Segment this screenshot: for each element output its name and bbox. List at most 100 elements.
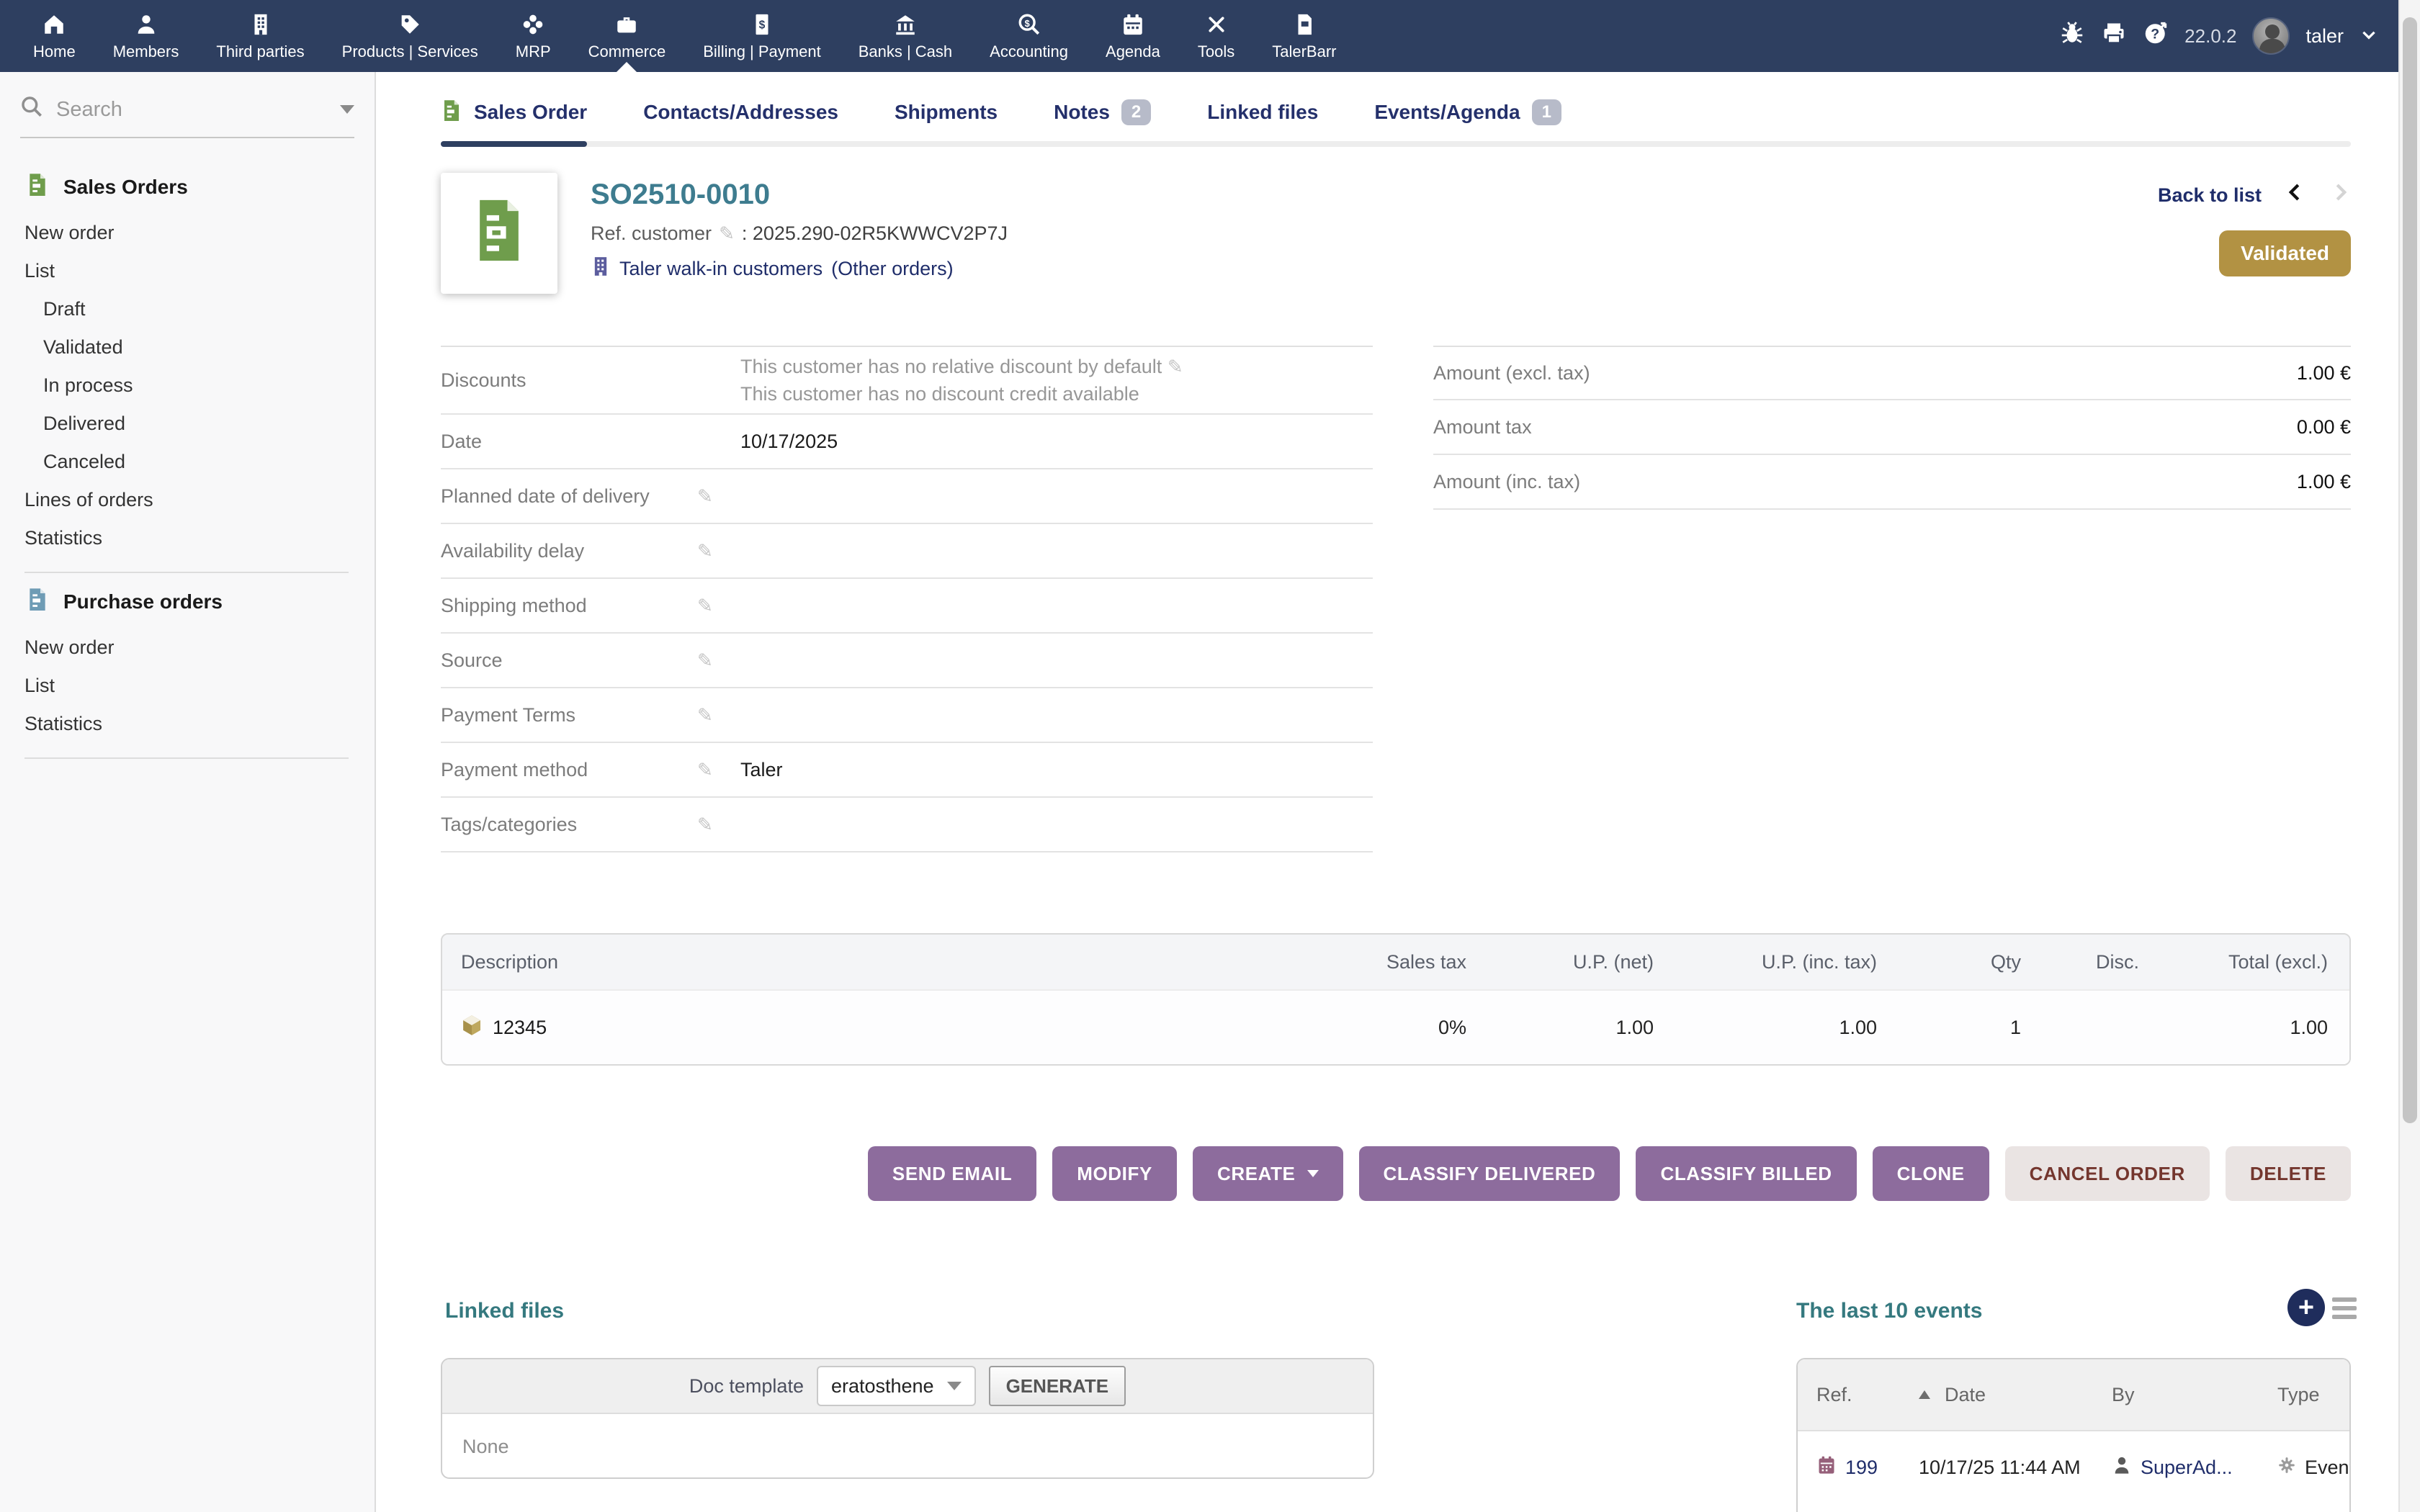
nav-label: MRP: [516, 42, 551, 61]
edit-ref-customer-icon[interactable]: ✎: [719, 222, 735, 245]
status-badge: Validated: [2219, 230, 2351, 276]
generate-button[interactable]: GENERATE: [989, 1366, 1126, 1406]
tab-linked-files[interactable]: Linked files: [1207, 92, 1318, 147]
nav-label: Third parties: [216, 42, 304, 61]
help-icon[interactable]: ?: [2143, 20, 2169, 52]
sidebar-item-delivered[interactable]: Delivered: [24, 405, 375, 443]
bill-icon: $: [750, 11, 774, 37]
user-menu-label[interactable]: taler: [2305, 25, 2344, 48]
print-icon[interactable]: [2101, 20, 2127, 52]
sidebar-item-canceled[interactable]: Canceled: [24, 443, 375, 481]
main-content: Sales Order Contacts/Addresses Shipments…: [376, 72, 2398, 1512]
classify-delivered-button[interactable]: CLASSIFY DELIVERED: [1359, 1146, 1621, 1201]
linked-files-panel: Doc template eratosthene GENERATE None: [441, 1358, 1374, 1479]
previous-record-icon[interactable]: [2285, 181, 2306, 209]
amount-tax-row: Amount tax 0.00 €: [1433, 400, 2351, 455]
edit-shipping-method-icon[interactable]: ✎: [697, 595, 713, 616]
nav-label: Tools: [1198, 42, 1234, 61]
sidebar-item-draft[interactable]: Draft: [24, 290, 375, 328]
clone-button[interactable]: CLONE: [1873, 1146, 1989, 1201]
edit-planned-delivery-icon[interactable]: ✎: [697, 485, 713, 507]
order-line-row: 12345 0% 1.00 1.00 1 1.00: [442, 989, 2349, 1064]
sidebar-menu: Sales Orders New order List Draft Valida…: [0, 138, 375, 759]
edit-payment-terms-icon[interactable]: ✎: [697, 704, 713, 726]
send-email-button[interactable]: SEND EMAIL: [868, 1146, 1036, 1201]
tab-notes[interactable]: Notes2: [1054, 92, 1151, 147]
sidebar-item-po-new-order[interactable]: New order: [24, 629, 375, 667]
chevron-down-icon[interactable]: [2360, 23, 2378, 50]
top-navbar: Home Members Third parties Products | Se…: [0, 0, 2398, 72]
search-dropdown-caret-icon[interactable]: [340, 105, 354, 114]
list-menu-icon[interactable]: [2332, 1297, 2357, 1319]
dolibarr-app: Home Members Third parties Products | Se…: [0, 0, 2420, 1512]
event-ref-link[interactable]: 199: [1845, 1457, 1878, 1479]
fields-area: Discounts This customer has no relative …: [441, 346, 2351, 852]
page-scrollbar[interactable]: [2398, 0, 2420, 1512]
nav-billing-payment[interactable]: $ Billing | Payment: [684, 0, 839, 72]
third-party-building-icon: [591, 256, 611, 282]
classify-billed-button[interactable]: CLASSIFY BILLED: [1636, 1146, 1856, 1201]
events-count-badge: 1: [1532, 99, 1561, 125]
edit-availability-delay-icon[interactable]: ✎: [697, 540, 713, 562]
nav-accounting[interactable]: $ Accounting: [971, 0, 1087, 72]
nav-tools[interactable]: Tools: [1179, 0, 1253, 72]
sidebar-item-in-process[interactable]: In process: [24, 366, 375, 405]
edit-source-icon[interactable]: ✎: [697, 649, 713, 671]
building-icon: [248, 11, 273, 37]
amount-excl-tax-row: Amount (excl. tax) 1.00 €: [1433, 346, 2351, 400]
sidebar-item-po-list[interactable]: List: [24, 667, 375, 705]
nav-commerce[interactable]: Commerce: [570, 0, 685, 72]
nav-agenda[interactable]: Agenda: [1087, 0, 1179, 72]
sidebar-item-list[interactable]: List: [24, 252, 375, 290]
events-table: Ref. Date By Type Title 199 10/17/25 11:…: [1798, 1359, 2349, 1503]
vscroll-thumb[interactable]: [2403, 17, 2417, 1123]
linked-files-empty: None: [442, 1414, 1373, 1479]
tab-contacts-addresses[interactable]: Contacts/Addresses: [643, 92, 838, 147]
modify-button[interactable]: MODIFY: [1052, 1146, 1177, 1201]
sidebar-item-statistics[interactable]: Statistics: [24, 519, 375, 557]
nav-banks-cash[interactable]: Banks | Cash: [840, 0, 971, 72]
back-to-list-link[interactable]: Back to list: [2158, 184, 2262, 207]
doc-template-select[interactable]: eratosthene: [817, 1366, 976, 1406]
other-orders-link[interactable]: (Other orders): [831, 258, 954, 280]
tab-shipments[interactable]: Shipments: [895, 92, 998, 147]
search-input[interactable]: [56, 98, 272, 122]
notes-count-badge: 2: [1121, 99, 1151, 125]
user-avatar[interactable]: [2252, 17, 2290, 55]
events-scroll-area: Ref. Date By Type Title 199 10/17/25 11:…: [1798, 1359, 2349, 1503]
nav-third-parties[interactable]: Third parties: [197, 0, 323, 72]
sidebar-section-sales-orders[interactable]: Sales Orders: [26, 173, 375, 201]
add-event-button[interactable]: +: [2287, 1289, 2325, 1326]
sidebar-item-validated[interactable]: Validated: [24, 328, 375, 366]
object-ref: SO2510-0010: [591, 179, 1008, 211]
event-user-link[interactable]: SuperAd...: [2141, 1457, 2233, 1479]
sidebar-item-new-order[interactable]: New order: [24, 214, 375, 252]
nav-products-services[interactable]: Products | Services: [323, 0, 497, 72]
customer-link[interactable]: Taler walk-in customers: [619, 258, 823, 280]
nav-home[interactable]: Home: [14, 0, 94, 72]
edit-payment-method-icon[interactable]: ✎: [697, 759, 713, 780]
nav-members[interactable]: Members: [94, 0, 198, 72]
edit-discount-icon[interactable]: ✎: [1168, 356, 1183, 377]
order-lines-table: Description Sales tax U.P. (net) U.P. (i…: [441, 933, 2351, 1066]
cancel-order-button[interactable]: CANCEL ORDER: [2005, 1146, 2210, 1201]
delete-button[interactable]: DELETE: [2226, 1146, 2351, 1201]
sidebar-section-purchase-orders[interactable]: Purchase orders: [26, 588, 375, 616]
bug-icon[interactable]: [2059, 20, 2085, 52]
event-user-icon: [2112, 1455, 2132, 1480]
select-caret-icon: [947, 1382, 962, 1390]
field-payment-terms: Payment Terms ✎: [441, 688, 1373, 743]
nav-mrp[interactable]: MRP: [497, 0, 570, 72]
edit-tags-icon[interactable]: ✎: [697, 814, 713, 835]
tab-sales-order[interactable]: Sales Order: [441, 92, 587, 147]
nav-label: TalerBarr: [1272, 42, 1336, 61]
sidebar-item-po-statistics[interactable]: Statistics: [24, 705, 375, 743]
nav-talerbarr[interactable]: TalerBarr: [1253, 0, 1355, 72]
next-record-icon: [2329, 181, 2351, 209]
lines-table-header: Description Sales tax U.P. (net) U.P. (i…: [442, 935, 2349, 989]
linked-files-heading: Linked files: [445, 1299, 564, 1323]
tab-events-agenda[interactable]: Events/Agenda1: [1374, 92, 1561, 147]
product-link[interactable]: 12345: [493, 1017, 547, 1039]
sidebar-item-lines-of-orders[interactable]: Lines of orders: [24, 481, 375, 519]
create-button[interactable]: CREATE: [1193, 1146, 1343, 1201]
